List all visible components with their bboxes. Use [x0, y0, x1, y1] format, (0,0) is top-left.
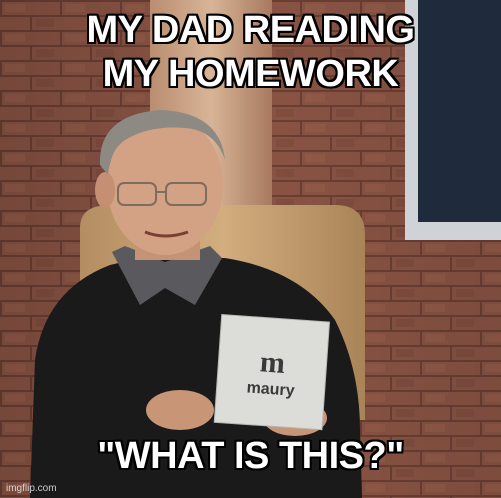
maury-card: m maury — [213, 313, 331, 431]
meme-image: m maury MY DAD READING MY HOMEWORK "WHAT… — [0, 0, 501, 498]
imgflip-watermark: imgflip.com — [6, 483, 57, 494]
svg-text:m: m — [259, 345, 286, 380]
bottom-caption: "WHAT IS THIS?" — [97, 435, 404, 477]
top-caption-line-1: MY DAD READING — [86, 9, 416, 51]
top-caption: MY DAD READING MY HOMEWORK — [0, 8, 501, 96]
top-caption-line-2: MY HOMEWORK — [102, 53, 399, 95]
left-hand — [146, 390, 214, 430]
card-logo-text: maury — [246, 379, 295, 399]
